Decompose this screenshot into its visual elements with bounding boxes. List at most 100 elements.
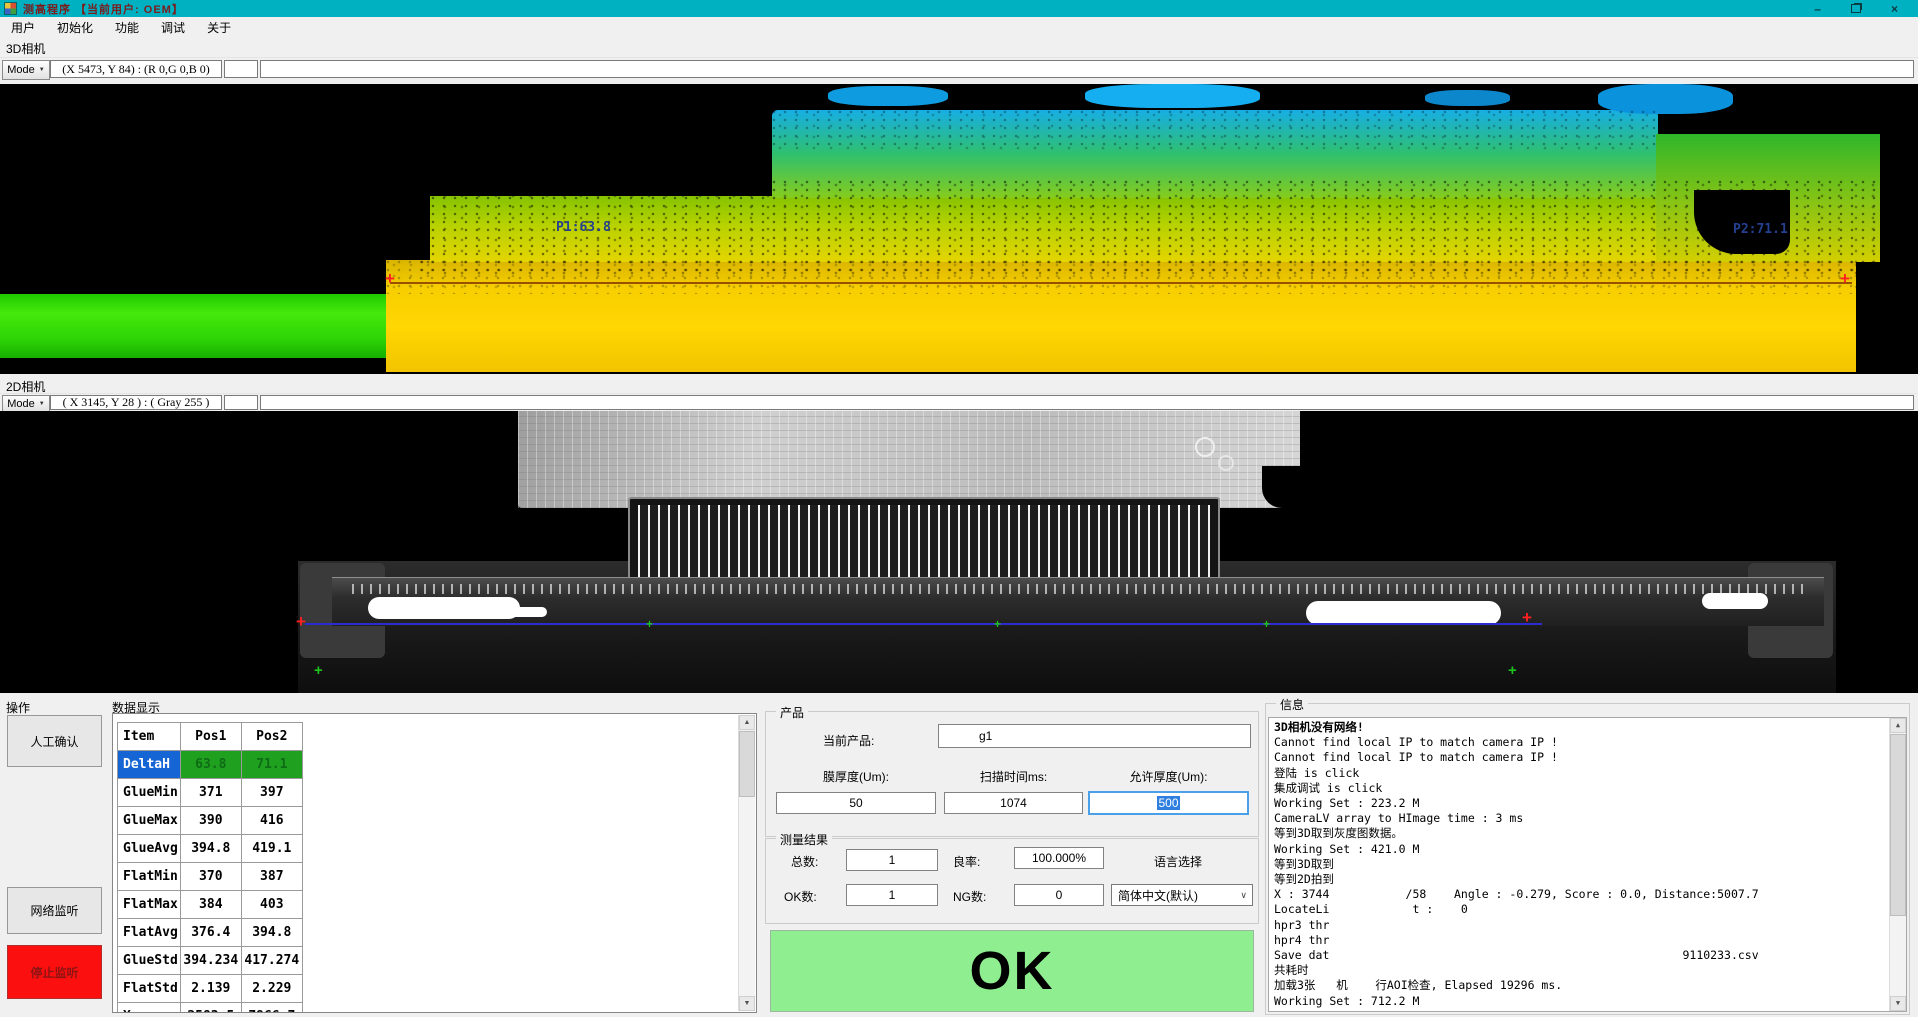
- camera2d-mode-button[interactable]: Mode ▼: [2, 395, 50, 412]
- table-row[interactable]: FlatMax 384 403: [118, 891, 303, 919]
- camera2d-coordinate-readout: ( X 3145, Y 28 ) : ( Gray 255 ): [50, 395, 222, 410]
- right-marker-cross-icon: +: [1522, 613, 1532, 623]
- language-dropdown[interactable]: 简体中文(默认) ∨: [1111, 884, 1253, 906]
- selected-input-text: 500: [1157, 796, 1179, 810]
- log-line: Working Set : 223.2 M: [1274, 796, 1904, 811]
- table-cell: 394.8: [180, 835, 241, 863]
- app-window: 测高程序 【当前用户: OEM】 – × 用户 初始化 功能 调试 关于 3D相…: [0, 0, 1918, 1017]
- restore-icon[interactable]: [1851, 1, 1861, 17]
- yield-label: 良率:: [953, 853, 980, 870]
- flex-pcb: [518, 411, 1300, 508]
- table-row[interactable]: FlatAvg 376.4 394.8: [118, 919, 303, 947]
- left-marker-cross-icon: +: [296, 617, 306, 627]
- measurement-baseline: [305, 623, 1542, 625]
- log-line: LocateLi t : 0: [1274, 902, 1904, 917]
- camera3d-mode-bar: Mode ▼ (X 5473, Y 84) : (R 0,G 0,B 0): [0, 57, 1918, 82]
- p2-marker-cross-icon: +: [1840, 274, 1850, 284]
- menu-item-function[interactable]: 功能: [104, 17, 150, 38]
- table-header-row: Item Pos1 Pos2: [118, 723, 303, 751]
- combo-arrow-icon: ∨: [1240, 890, 1247, 901]
- ng-count-input[interactable]: 0: [1014, 884, 1104, 906]
- table-cell: 403: [241, 891, 302, 919]
- log-line: 共耗时: [1274, 963, 1904, 978]
- menu-item-init[interactable]: 初始化: [46, 17, 104, 38]
- pcb-pad: [1218, 455, 1234, 471]
- camera3d-mode-button[interactable]: Mode ▼: [2, 60, 50, 80]
- heightmap-left-green-bar: [0, 294, 392, 358]
- log-scrollbar[interactable]: ▲ ▼: [1889, 718, 1906, 1011]
- scroll-down-icon[interactable]: ▼: [739, 996, 755, 1011]
- menu-item-user[interactable]: 用户: [0, 17, 46, 38]
- log-line: hpr3 thr: [1274, 918, 1904, 933]
- table-row[interactable]: GlueStd 394.234 417.274: [118, 947, 303, 975]
- table-cell: 376.4: [180, 919, 241, 947]
- table-cell: 7966.7: [241, 1003, 302, 1014]
- app-icon: [4, 2, 17, 15]
- heightmap-blue-blob: [1085, 84, 1260, 108]
- table-row[interactable]: FlatStd 2.139 2.229: [118, 975, 303, 1003]
- info-groupbox: 信息 3D相机没有网络! Cannot find local IP to mat…: [1265, 703, 1910, 1015]
- scrollbar-thumb[interactable]: [739, 731, 755, 797]
- scroll-up-icon[interactable]: ▲: [1890, 718, 1906, 733]
- total-count-input[interactable]: 1: [846, 849, 938, 871]
- heightmap-noise-overlay: [386, 260, 1856, 294]
- current-product-label: 当前产品:: [823, 732, 874, 749]
- window-title: 测高程序 【当前用户: OEM】: [23, 1, 184, 17]
- solder-highlight-left: [368, 597, 520, 619]
- log-line: 集成调试 is click: [1274, 781, 1904, 796]
- manual-confirm-button[interactable]: 人工确认: [7, 715, 102, 767]
- table-row[interactable]: FlatMin 370 387: [118, 863, 303, 891]
- scroll-down-icon[interactable]: ▼: [1890, 996, 1906, 1011]
- log-line: X : 3744 /58 Angle : -0.279, Score : 0.0…: [1274, 887, 1904, 902]
- camera2d-view[interactable]: + + + + + + +: [0, 411, 1918, 693]
- heightmap-blue-blob: [1425, 90, 1510, 106]
- restore-glyph: [1851, 4, 1861, 13]
- network-listen-button[interactable]: 网络监听: [7, 887, 102, 934]
- scroll-up-icon[interactable]: ▲: [739, 715, 755, 730]
- heightmap-blue-blob: [828, 86, 948, 106]
- log-line: 等到2D拍到: [1274, 872, 1904, 887]
- camera3d-status-strip: [260, 60, 1914, 78]
- table-cell: FlatMax: [118, 891, 181, 919]
- table-cell: 2583.5: [180, 1003, 241, 1014]
- minimize-icon[interactable]: –: [1814, 1, 1821, 17]
- ok-count-input[interactable]: 1: [846, 884, 938, 906]
- table-cell: FlatAvg: [118, 919, 181, 947]
- table-row[interactable]: GlueMin 371 397: [118, 779, 303, 807]
- scan-time-input[interactable]: 1074: [944, 792, 1083, 814]
- allowed-thickness-input[interactable]: 500: [1088, 791, 1249, 815]
- log-area[interactable]: 3D相机没有网络! Cannot find local IP to match …: [1268, 717, 1907, 1012]
- camera2d-aux-box: [224, 395, 258, 410]
- table-cell: 71.1: [241, 751, 302, 779]
- contact-row: [352, 584, 1804, 594]
- table-cell: 394.8: [241, 919, 302, 947]
- log-line: 等到3D取到灰度图数据。: [1274, 826, 1904, 841]
- language-dropdown-value: 简体中文(默认): [1118, 887, 1198, 904]
- scrollbar-thumb[interactable]: [1890, 734, 1906, 916]
- table-row[interactable]: DeltaH 63.8 71.1: [118, 751, 303, 779]
- stop-listen-button[interactable]: 停止监听: [7, 945, 102, 999]
- table-row[interactable]: GlueAvg 394.8 419.1: [118, 835, 303, 863]
- total-count-label: 总数:: [791, 853, 818, 870]
- current-product-input[interactable]: g1: [938, 724, 1251, 748]
- table-cell: 416: [241, 807, 302, 835]
- table-cell: 417.274: [241, 947, 302, 975]
- log-line: Save dat 9110233.csv: [1274, 948, 1904, 963]
- pcb-notch: [1262, 466, 1300, 508]
- bottom-marker-cross-icon: +: [1508, 666, 1517, 676]
- close-icon[interactable]: ×: [1891, 1, 1898, 17]
- p1-marker-cross-icon: +: [385, 274, 395, 284]
- menu-item-debug[interactable]: 调试: [150, 17, 196, 38]
- language-select-label: 语言选择: [1154, 853, 1202, 870]
- log-line: CameraLV array to HImage time : 3 ms: [1274, 811, 1904, 826]
- yield-input[interactable]: 100.000%: [1014, 847, 1104, 869]
- film-thickness-input[interactable]: 50: [776, 792, 936, 814]
- table-row[interactable]: GlueMax 390 416: [118, 807, 303, 835]
- camera2d-mode-bar: Mode ▼ ( X 3145, Y 28 ) : ( Gray 255 ): [0, 393, 1918, 412]
- menu-item-about[interactable]: 关于: [196, 17, 242, 38]
- table-row[interactable]: X 2583.5 7966.7: [118, 1003, 303, 1014]
- log-line: Cannot find local IP to match camera IP …: [1274, 735, 1904, 750]
- camera2d-status-strip: [260, 395, 1914, 410]
- table-scrollbar[interactable]: ▲ ▼: [738, 715, 755, 1011]
- camera3d-view[interactable]: P1:63.8 P2:71.1 + +: [0, 84, 1918, 374]
